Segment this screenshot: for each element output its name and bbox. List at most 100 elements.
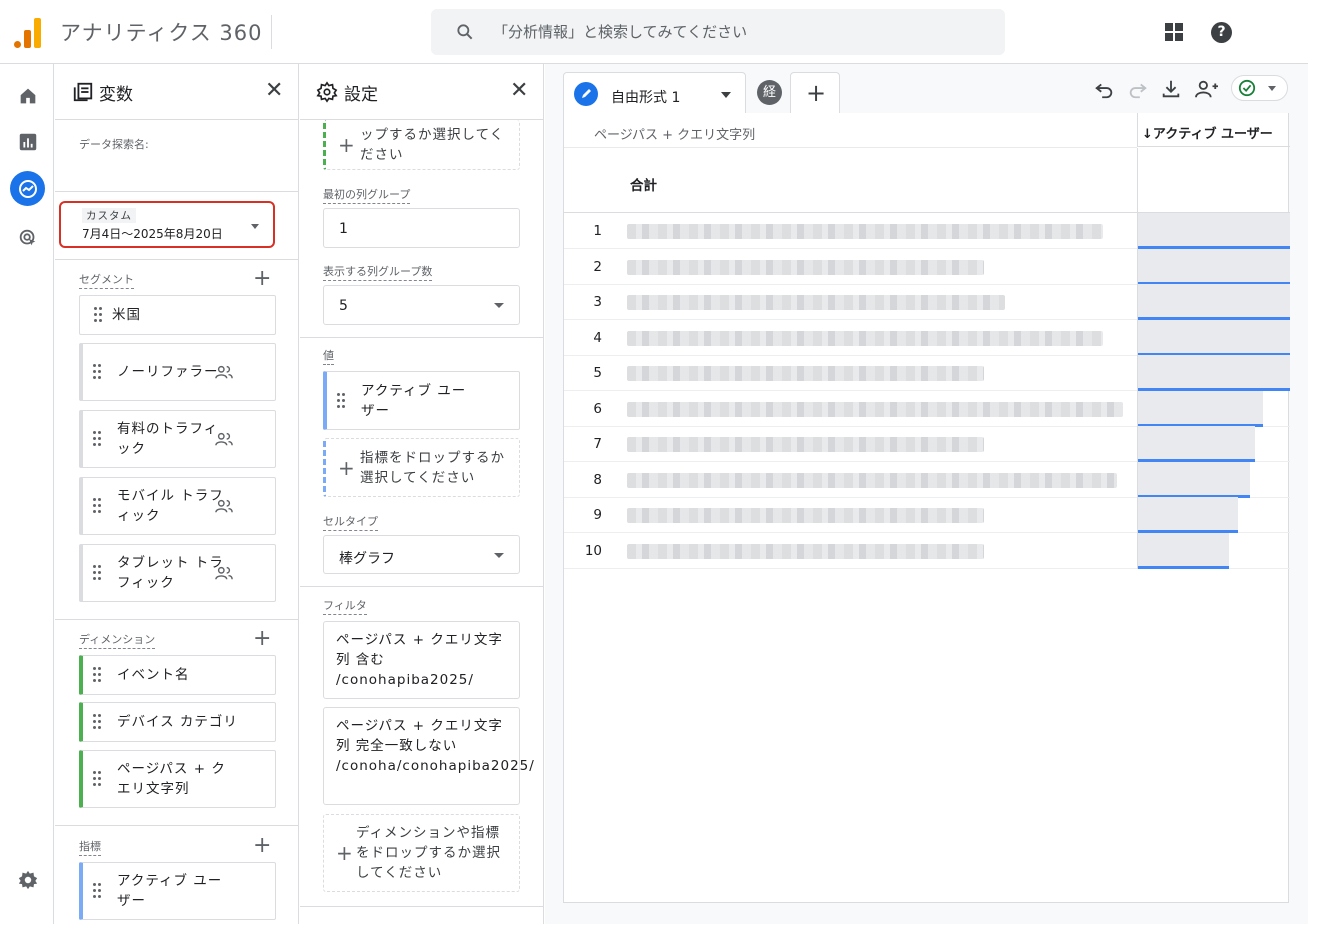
segment-label: 有料のトラフィック [117,421,219,457]
table-row[interactable]: 2 [564,248,1290,285]
dimension-chip[interactable]: デバイス カテゴリ [79,702,276,742]
table-row[interactable]: 1 [564,213,1290,249]
analytics-logo-icon[interactable] [14,16,42,48]
drag-handle-icon[interactable] [93,364,101,379]
metric-bar-cell [1137,284,1290,320]
date-range-value: 7月4日～2025年8月20日 [82,227,223,241]
row-index: 5 [593,365,602,381]
filter-card[interactable]: ページパス + クエリ文字列 含む /conohapiba2025/ [323,621,520,699]
download-icon[interactable] [1160,78,1182,100]
metric-chip[interactable]: アクティブ ユーザー [79,862,276,920]
undo-icon[interactable] [1093,78,1115,100]
drag-handle-icon[interactable] [93,883,101,898]
drag-handle-icon[interactable] [93,667,101,682]
redacted-page-path[interactable] [627,437,984,452]
chevron-down-icon [494,553,504,558]
redacted-page-path[interactable] [627,330,1103,346]
table-row[interactable]: 8 [564,461,1290,498]
add-tab-button[interactable]: + [790,72,840,114]
segment-chip[interactable]: 米国 [79,295,276,335]
cell-type-value: 棒グラフ [339,551,395,567]
metric-column-header[interactable]: ↓アクティブ ユーザー [1137,113,1290,147]
close-variables-icon[interactable]: ✕ [265,80,283,102]
redacted-page-path[interactable] [627,224,1103,239]
home-icon[interactable] [12,80,44,112]
filters-drop-zone[interactable]: + ディメンションや指標をドロップするか選択してください [323,814,520,892]
help-icon[interactable]: ? [1211,22,1232,43]
metric-bar [1138,426,1255,459]
app-title[interactable]: アナリティクス 360 [60,17,262,47]
search-bar[interactable] [431,9,1005,55]
path-badge-icon: 経 [757,80,782,105]
filter-card[interactable]: ページパス + クエリ文字列 完全一致しない /conoha/conohapib… [323,707,534,805]
drag-handle-icon[interactable] [337,392,345,408]
chevron-down-icon[interactable] [721,92,731,98]
redacted-page-path[interactable] [627,401,1123,417]
metric-bar-cell [1137,461,1290,498]
dimension-chip[interactable]: イベント名 [79,655,276,695]
redacted-page-path[interactable] [627,366,984,381]
tab-freeform[interactable]: 自由形式 1 [563,72,746,114]
table-row[interactable]: 6 [564,390,1290,427]
add-dimension-icon[interactable]: + [253,628,271,650]
dimension-chip[interactable]: ページパス + クエリ文字列 [79,750,276,808]
values-drop-zone[interactable]: + 指標をドロップするか選択してください [323,438,520,497]
date-range-selector[interactable]: カスタム 7月4日～2025年8月20日 [59,201,275,248]
close-settings-icon[interactable]: ✕ [510,80,528,102]
column-groups-shown-select[interactable]: 5 [323,285,520,325]
segment-chip[interactable]: ノーリファラー [79,343,276,401]
tab-label: 自由形式 1 [611,90,681,106]
total-value-cell [1137,148,1290,212]
share-user-icon[interactable] [1194,78,1220,100]
drag-handle-icon[interactable] [93,431,101,446]
apps-grid-icon[interactable] [1165,23,1183,41]
segment-label: 米国 [112,307,141,323]
add-icon: + [336,841,353,865]
table-row[interactable]: 5 [564,355,1290,391]
metric-bar [1138,248,1290,282]
segment-label: ノーリファラー [117,364,219,380]
user-segment-icon [215,432,233,446]
cell-type-select[interactable]: 棒グラフ [323,535,520,574]
table-row[interactable]: 10 [564,532,1290,569]
drag-handle-icon[interactable] [93,714,101,729]
drag-handle-icon[interactable] [93,498,101,513]
explore-icon[interactable] [10,171,45,206]
segment-chip[interactable]: 有料のトラフィック [79,410,276,468]
metric-bar [1138,284,1290,317]
check-circle-icon [1238,79,1256,97]
edit-pencil-icon[interactable] [574,82,598,106]
table-row[interactable]: 4 [564,319,1290,356]
redo-icon[interactable] [1127,78,1149,100]
redacted-page-path[interactable] [627,543,984,559]
add-metric-icon[interactable]: + [253,835,271,857]
drag-handle-icon[interactable] [93,565,101,580]
table-row[interactable]: 9 [564,497,1290,533]
first-column-group-input[interactable]: 1 [323,208,520,248]
variables-title: 変数 [99,85,133,105]
redacted-page-path[interactable] [627,508,984,523]
redacted-page-path[interactable] [627,472,1117,488]
table-row[interactable]: 7 [564,426,1290,462]
drag-handle-icon[interactable] [94,307,102,322]
table-row[interactable]: 3 [564,284,1290,320]
metric-bar-cell [1137,213,1290,249]
rows-drop-zone[interactable]: + ップするか選択してください [323,120,520,170]
settings-panel: 設定 ✕ + ップするか選択してください 最初の列グループ 1 表示する列グルー… [300,64,544,924]
segment-chip[interactable]: タブレット トラフィック [79,544,276,602]
redacted-page-path[interactable] [627,259,984,275]
drag-handle-icon[interactable] [93,771,101,786]
tab-path[interactable]: 経 [748,72,788,114]
search-input[interactable] [493,17,973,47]
advertising-icon[interactable] [12,222,44,254]
redacted-page-path[interactable] [627,295,1005,310]
value-metric-chip[interactable]: アクティブ ユーザー [323,371,520,430]
add-segment-icon[interactable]: + [253,268,271,290]
quality-status-button[interactable] [1231,75,1288,101]
dimension-column-header[interactable]: ページパス + クエリ文字列 [594,124,755,143]
cell-type-label: セルタイプ [323,513,378,531]
admin-gear-icon[interactable] [12,864,44,896]
segment-chip[interactable]: モバイル トラフィック [79,477,276,535]
first-column-group-label: 最初の列グループ [323,186,411,204]
reports-icon[interactable] [12,126,44,158]
